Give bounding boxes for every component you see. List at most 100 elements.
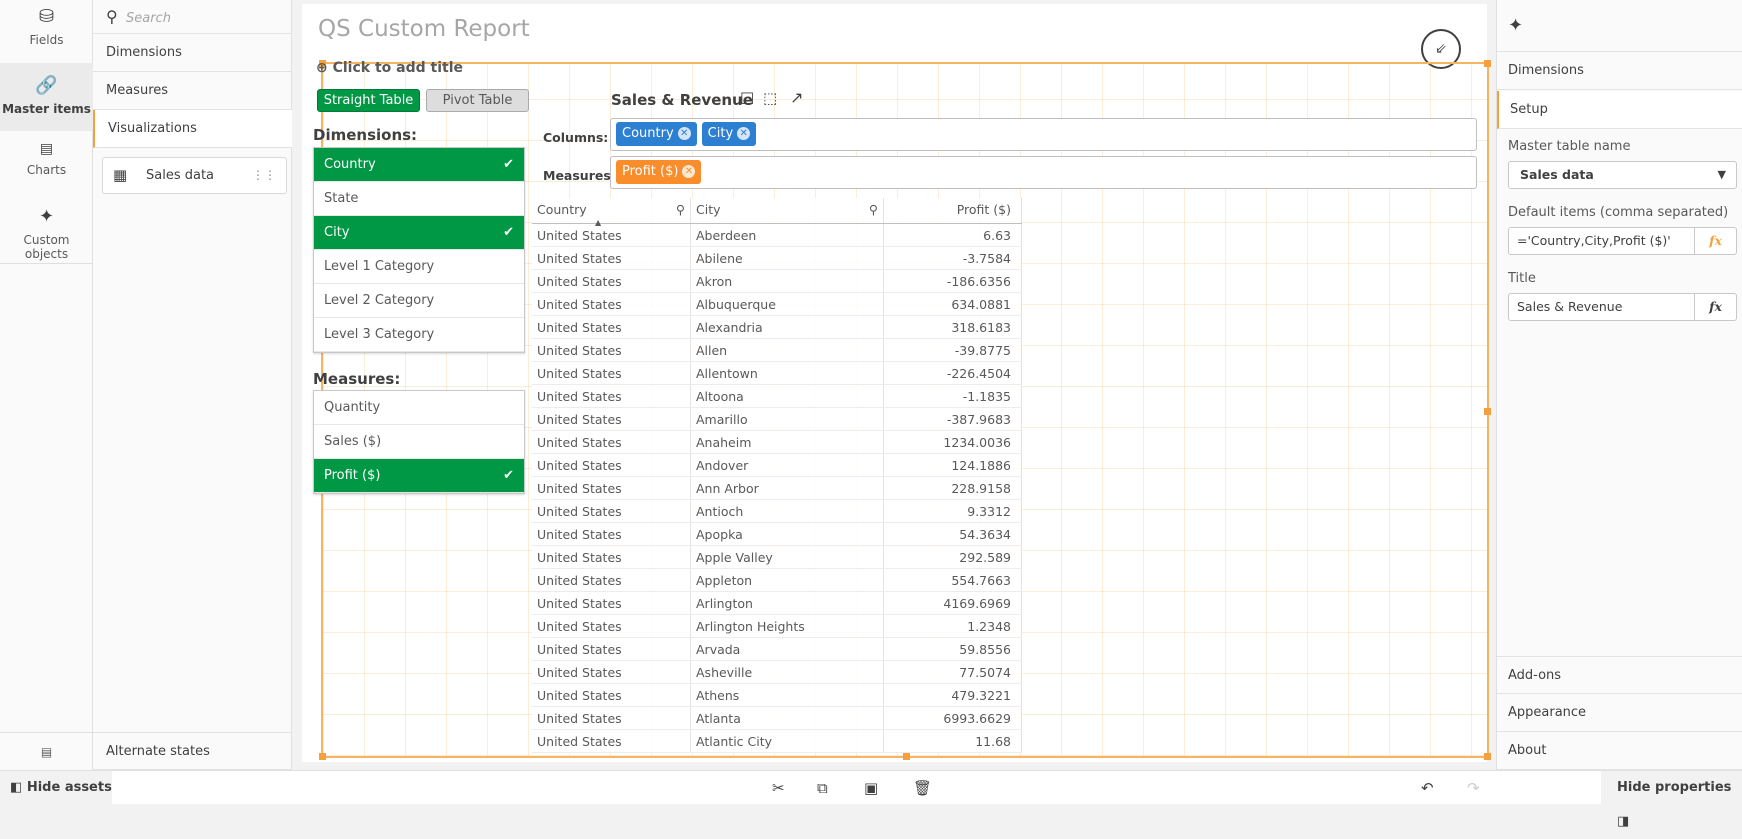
props-section-addons[interactable]: Add-ons (1497, 656, 1742, 694)
columns-dropzone[interactable]: Country ✕ City ✕ (610, 118, 1477, 151)
cut-icon[interactable]: ✂ (772, 779, 785, 797)
table-row[interactable]: United States Ann Arbor 228.9158 (532, 477, 1022, 500)
section-dimensions[interactable]: Dimensions (93, 34, 292, 72)
table-row[interactable]: United States Antioch 9.3312 (532, 500, 1022, 523)
title-input[interactable]: Sales & Revenue fx (1508, 293, 1737, 321)
resize-handle[interactable] (903, 753, 910, 760)
chip-profit[interactable]: Profit ($) ✕ (616, 160, 702, 184)
default-items-input[interactable]: ='Country,City,Profit ($)' fx (1508, 227, 1737, 255)
resize-handle[interactable] (1484, 753, 1491, 760)
sidebar-item-master-items[interactable]: 🔗 Master items (0, 63, 93, 131)
table-row[interactable]: United States Albuquerque 634.0881 (532, 293, 1022, 316)
sidebar-item-charts[interactable]: ▤ Charts (0, 131, 93, 198)
cell-city: Aberdeen (691, 224, 884, 246)
add-title[interactable]: ⊕ Click to add title (316, 60, 463, 76)
bookmark-icon[interactable]: ☐ (740, 89, 754, 108)
cell-city: Ann Arbor (691, 477, 884, 499)
remove-icon[interactable]: ✕ (682, 165, 696, 178)
cell-country: United States (532, 247, 691, 269)
alternate-states[interactable]: Alternate states (93, 732, 292, 770)
table-row[interactable]: United States Appleton 554.7663 (532, 569, 1022, 592)
search-input[interactable]: ⚲ Search (93, 0, 292, 34)
search-icon[interactable]: ⚲ (869, 198, 878, 222)
master-item-sales-data[interactable]: ▦ Sales data ⋮⋮ (102, 157, 287, 194)
list-item-quantity[interactable]: Quantity (314, 391, 524, 425)
list-item-sales[interactable]: Sales ($) (314, 425, 524, 459)
props-section-dimensions[interactable]: Dimensions (1497, 52, 1742, 90)
clear-selections-icon[interactable]: ⬚ (763, 89, 777, 107)
table-row[interactable]: United States Allentown -226.4504 (532, 362, 1022, 385)
table-row[interactable]: United States Amarillo -387.9683 (532, 408, 1022, 431)
section-measures[interactable]: Measures (93, 72, 292, 110)
table-row[interactable]: United States Apopka 54.3634 (532, 523, 1022, 546)
list-item-level-2-category[interactable]: Level 2 Category (314, 284, 524, 318)
columns-label: Columns: (543, 130, 609, 145)
cell-profit: -1.1835 (884, 385, 1022, 407)
hide-properties-button[interactable]: Hide properties ◨ (1601, 771, 1742, 829)
delete-icon[interactable]: 🗑 (913, 779, 932, 797)
table-row[interactable]: United States Andover 124.1886 (532, 454, 1022, 477)
table-row[interactable]: United States Athens 479.3221 (532, 684, 1022, 707)
list-item-city[interactable]: City ✔ (314, 216, 524, 250)
resize-handle[interactable] (319, 753, 326, 760)
resize-handle[interactable] (1484, 60, 1491, 67)
drag-handle-icon[interactable]: ⋮⋮ (252, 158, 276, 193)
table-row[interactable]: United States Altoona -1.1835 (532, 385, 1022, 408)
paste-icon[interactable]: ▣ (864, 779, 878, 797)
copy-icon[interactable]: ⧉ (817, 779, 828, 797)
export-icon[interactable]: ↗ (790, 88, 803, 107)
cell-city: Akron (691, 270, 884, 292)
table-row[interactable]: United States Arvada 59.8556 (532, 638, 1022, 661)
sidebar-item-fields[interactable]: ⛁ Fields (0, 6, 93, 63)
resize-handle[interactable] (1484, 408, 1491, 415)
props-section-about[interactable]: About (1497, 732, 1742, 770)
header-country[interactable]: Country ⚲ ▲ (532, 198, 691, 227)
table-row[interactable]: United States Atlanta 6993.6629 (532, 707, 1022, 730)
table-row[interactable]: United States Allen -39.8775 (532, 339, 1022, 362)
alternate-states-icon[interactable]: ▤ (0, 732, 93, 770)
cell-profit: 54.3634 (884, 523, 1022, 545)
dimensions-label: Dimensions: (313, 126, 418, 144)
chip-city[interactable]: City ✕ (701, 122, 757, 146)
chip-country[interactable]: Country ✕ (616, 122, 697, 146)
table-row[interactable]: United States Asheville 77.5074 (532, 661, 1022, 684)
link-icon: 🔗 (35, 75, 58, 96)
cell-city: Athens (691, 684, 884, 706)
table-row[interactable]: United States Atlantic City 11.68 (532, 730, 1022, 753)
section-visualizations[interactable]: Visualizations (93, 110, 292, 148)
remove-icon[interactable]: ✕ (737, 127, 751, 140)
list-item-state[interactable]: State (314, 182, 524, 216)
hide-assets-button[interactable]: ◧ Hide assets (0, 771, 112, 805)
table-row[interactable]: United States Anaheim 1234.0036 (532, 431, 1022, 454)
expression-button[interactable]: fx (1694, 294, 1736, 320)
search-icon[interactable]: ⚲ (676, 198, 685, 222)
props-section-setup[interactable]: Setup (1497, 91, 1742, 129)
master-table-select[interactable]: Sales data ▼ (1508, 161, 1737, 189)
table-row[interactable]: United States Akron -186.6356 (532, 270, 1022, 293)
redo-icon[interactable]: ↷ (1467, 779, 1480, 797)
table-row[interactable]: United States Arlington 4169.6969 (532, 592, 1022, 615)
list-item-level-1-category[interactable]: Level 1 Category (314, 250, 524, 284)
table-row[interactable]: United States Aberdeen 6.63 (532, 224, 1022, 247)
undo-icon[interactable]: ↶ (1421, 779, 1434, 797)
panel-icon: ◨ (1617, 814, 1630, 829)
table-row[interactable]: United States Apple Valley 292.589 (532, 546, 1022, 569)
sidebar-item-custom-objects[interactable]: ✦ Custom objects (0, 198, 93, 264)
header-city[interactable]: City ⚲ (691, 198, 884, 223)
list-item-profit[interactable]: Profit ($) ✔ (314, 459, 524, 493)
sheet-title[interactable]: QS Custom Report (318, 16, 530, 42)
list-item-country[interactable]: Country ✔ (314, 148, 524, 182)
table-row[interactable]: United States Arlington Heights 1.2348 (532, 615, 1022, 638)
header-profit[interactable]: Profit ($) (884, 198, 1022, 223)
table-row[interactable]: United States Alexandria 318.6183 (532, 316, 1022, 339)
measures-dropzone[interactable]: Profit ($) ✕ (610, 156, 1477, 189)
props-section-appearance[interactable]: Appearance (1497, 694, 1742, 732)
cell-profit: 1234.0036 (884, 431, 1022, 453)
straight-table-button[interactable]: Straight Table (317, 89, 420, 112)
list-item-level-3-category[interactable]: Level 3 Category (314, 318, 524, 352)
remove-icon[interactable]: ✕ (677, 127, 691, 140)
cell-country: United States (532, 224, 691, 246)
expression-button[interactable]: fx (1694, 228, 1736, 254)
pivot-table-button[interactable]: Pivot Table (426, 89, 529, 112)
table-row[interactable]: United States Abilene -3.7584 (532, 247, 1022, 270)
